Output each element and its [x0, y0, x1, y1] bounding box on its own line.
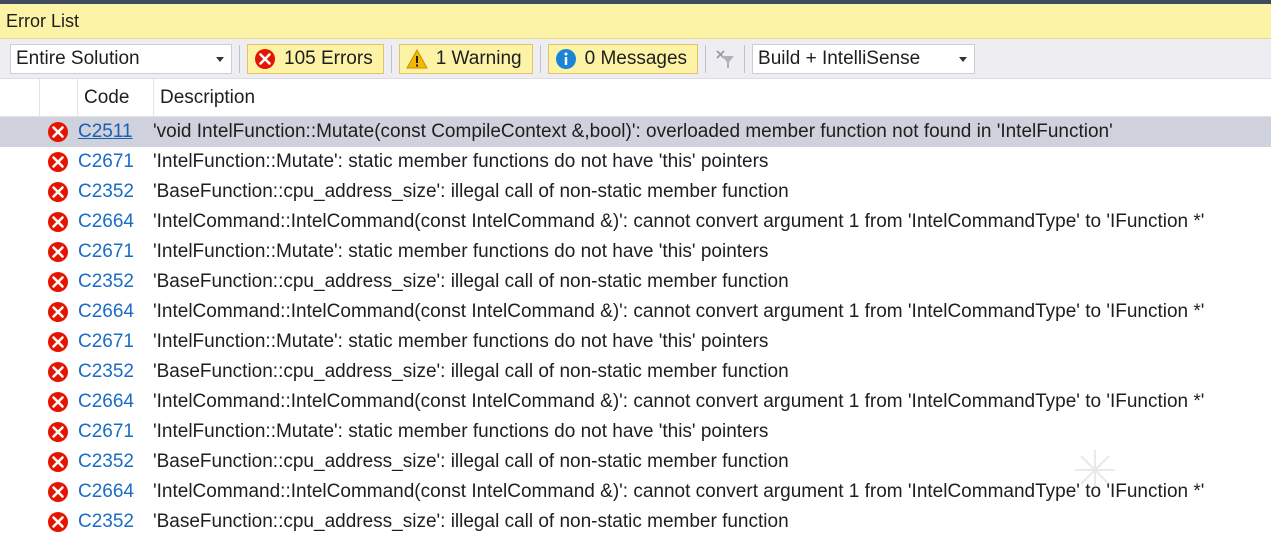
- error-icon: [40, 121, 78, 143]
- scope-dropdown-value: Entire Solution: [16, 47, 140, 69]
- error-icon: [40, 421, 78, 443]
- build-source-dropdown[interactable]: Build + IntelliSense: [752, 43, 976, 74]
- error-code-link[interactable]: C2352: [78, 181, 153, 203]
- table-row[interactable]: C2352 'BaseFunction::cpu_address_size': i…: [0, 267, 1271, 297]
- error-icon: [40, 241, 78, 263]
- error-description: 'IntelCommand::IntelCommand(const IntelC…: [153, 211, 1205, 232]
- scope-dropdown[interactable]: Entire Solution: [10, 43, 232, 74]
- error-icon: [40, 271, 78, 293]
- table-row[interactable]: C2664 'IntelCommand::IntelCommand(const I…: [0, 387, 1271, 417]
- error-icon: [40, 451, 78, 473]
- error-description: 'IntelFunction::Mutate': static member f…: [153, 241, 769, 262]
- error-code-link[interactable]: C2664: [78, 391, 153, 413]
- error-icon: [40, 391, 78, 413]
- table-row[interactable]: C2664 'IntelCommand::IntelCommand(const I…: [0, 297, 1271, 327]
- error-icon: [40, 181, 78, 203]
- error-description: 'void IntelFunction::Mutate(const Compil…: [153, 121, 1113, 142]
- messages-filter-button[interactable]: 0 Messages: [547, 43, 699, 74]
- warnings-filter-button[interactable]: 1 Warning: [398, 43, 533, 74]
- error-icon: [40, 301, 78, 323]
- header-code[interactable]: Code: [78, 79, 154, 116]
- error-icon: [40, 151, 78, 173]
- error-code-link[interactable]: C2671: [78, 331, 153, 353]
- watermark-logo-icon: [1075, 450, 1115, 490]
- toolbar-separator: [744, 44, 746, 73]
- error-icon: [40, 211, 78, 233]
- table-row[interactable]: C2352 'BaseFunction::cpu_address_size': i…: [0, 177, 1271, 207]
- clear-filter-icon[interactable]: [713, 47, 737, 71]
- error-description: 'IntelCommand::IntelCommand(const IntelC…: [153, 391, 1205, 412]
- error-code-link[interactable]: C2352: [78, 361, 153, 383]
- error-description: 'BaseFunction::cpu_address_size': illega…: [153, 511, 789, 532]
- table-row[interactable]: C2511'void IntelFunction::Mutate(const C…: [0, 117, 1271, 147]
- panel-title-bar: Error List: [0, 4, 1271, 39]
- errors-filter-label: 105 Errors: [284, 47, 373, 69]
- header-description[interactable]: Description: [154, 79, 1271, 116]
- table-row[interactable]: C2352 'BaseFunction::cpu_address_size': i…: [0, 357, 1271, 387]
- error-code-link[interactable]: C2352: [78, 511, 153, 533]
- header-description-label: Description: [160, 86, 256, 108]
- error-description: 'BaseFunction::cpu_address_size': illega…: [153, 271, 789, 292]
- toolbar-separator: [539, 44, 541, 73]
- error-code-link[interactable]: C2671: [78, 151, 153, 173]
- toolbar-separator: [239, 44, 240, 73]
- header-sort-column[interactable]: [0, 79, 40, 116]
- error-code-link[interactable]: C2352: [78, 271, 153, 293]
- errors-filter-button[interactable]: 105 Errors: [247, 43, 384, 74]
- error-description: 'BaseFunction::cpu_address_size': illega…: [153, 181, 789, 202]
- error-description: 'IntelFunction::Mutate': static member f…: [153, 331, 769, 352]
- error-description: 'IntelFunction::Mutate': static member f…: [153, 151, 769, 172]
- messages-filter-label: 0 Messages: [584, 47, 688, 69]
- error-icon: [40, 331, 78, 353]
- table-row[interactable]: C2671 'IntelFunction::Mutate': static mem…: [0, 327, 1271, 357]
- table-row[interactable]: C2664 'IntelCommand::IntelCommand(const I…: [0, 207, 1271, 237]
- panel-title: Error List: [6, 10, 80, 31]
- table-row[interactable]: C2352 'BaseFunction::cpu_address_size': i…: [0, 507, 1271, 537]
- error-description: 'IntelCommand::IntelCommand(const IntelC…: [153, 301, 1205, 322]
- warnings-filter-label: 1 Warning: [435, 47, 522, 69]
- error-code-link[interactable]: C2511: [78, 121, 153, 143]
- error-description: 'BaseFunction::cpu_address_size': illega…: [153, 361, 789, 382]
- toolbar-separator: [390, 44, 392, 73]
- toolbar-separator: [705, 44, 707, 73]
- error-icon: [40, 481, 78, 503]
- info-icon: [555, 48, 577, 70]
- error-code-link[interactable]: C2352: [78, 451, 153, 473]
- error-code-link[interactable]: C2671: [78, 241, 153, 263]
- warning-icon: [405, 48, 428, 70]
- header-icon-column[interactable]: [40, 79, 78, 116]
- error-code-link[interactable]: C2664: [78, 481, 153, 503]
- table-header: Code Description: [0, 79, 1271, 117]
- table-row[interactable]: C2671 'IntelFunction::Mutate': static mem…: [0, 147, 1271, 177]
- error-code-link[interactable]: C2664: [78, 301, 153, 323]
- build-source-value: Build + IntelliSense: [758, 47, 921, 69]
- error-icon: [40, 361, 78, 383]
- error-list-toolbar: Entire Solution 105 Errors 1 Warning 0 M…: [0, 39, 1271, 79]
- header-code-label: Code: [84, 86, 130, 108]
- error-icon: [254, 48, 276, 70]
- table-row[interactable]: C2671 'IntelFunction::Mutate': static mem…: [0, 237, 1271, 267]
- chevron-down-icon: [959, 56, 968, 62]
- chevron-down-icon: [216, 56, 224, 62]
- error-icon: [40, 511, 78, 533]
- error-code-link[interactable]: C2664: [78, 211, 153, 233]
- error-code-link[interactable]: C2671: [78, 421, 153, 443]
